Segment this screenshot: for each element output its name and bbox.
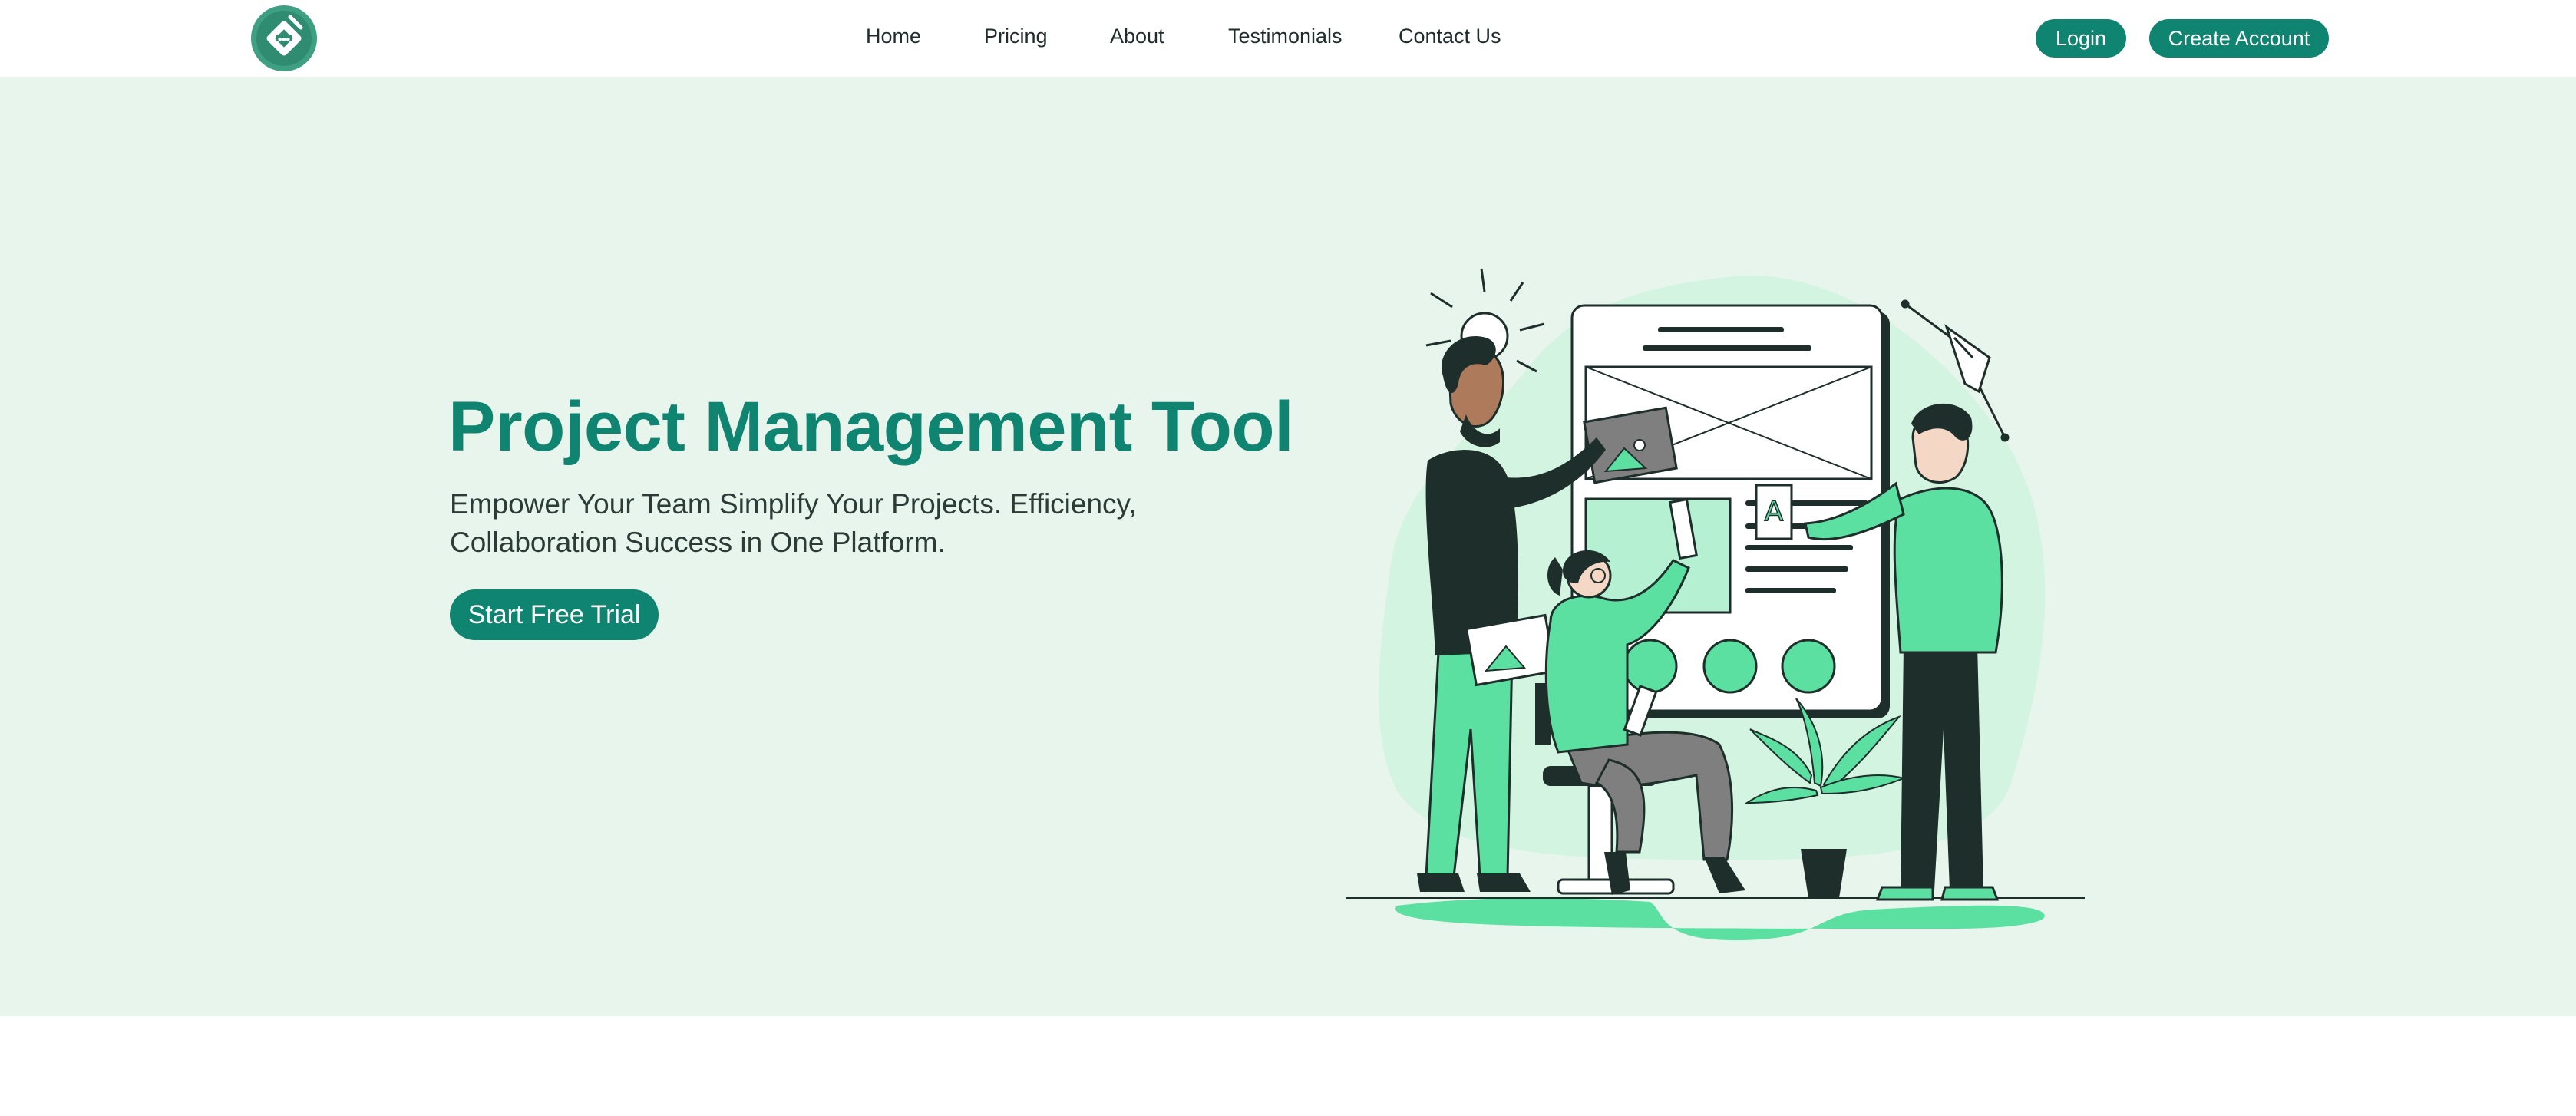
nav-pricing-link[interactable]: Pricing: [984, 25, 1048, 48]
top-navbar: ●●● Home Pricing About Testimonials Cont…: [0, 0, 2576, 77]
hero-section: Project Management Tool Empower Your Tea…: [0, 77, 2576, 1016]
create-account-button[interactable]: Create Account: [2149, 19, 2329, 58]
nav-home-link[interactable]: Home: [866, 25, 921, 48]
hero-subtitle: Empower Your Team Simplify Your Projects…: [450, 488, 1137, 558]
login-button[interactable]: Login: [2036, 19, 2126, 58]
hero-title: Project Management Tool: [448, 388, 1294, 466]
svg-text:A: A: [1765, 496, 1784, 527]
nav-contact-link[interactable]: Contact Us: [1399, 25, 1501, 48]
nav-about-link[interactable]: About: [1110, 25, 1164, 48]
start-free-trial-button[interactable]: Start Free Trial: [450, 589, 659, 640]
nav-testimonials-link[interactable]: Testimonials: [1228, 25, 1342, 48]
team-collaboration-illustration: A: [1346, 268, 2085, 940]
